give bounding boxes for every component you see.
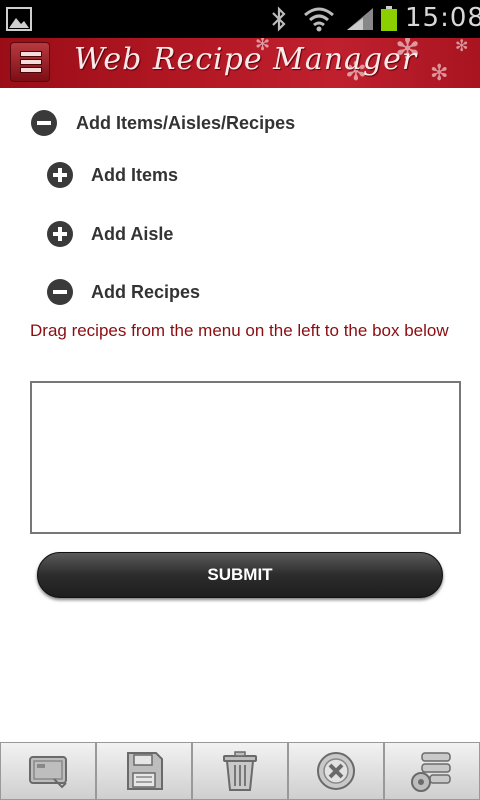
- bluetooth-icon: [272, 6, 286, 32]
- status-bar: 15:08: [0, 0, 480, 38]
- battery-icon: [381, 6, 397, 31]
- minus-circle-icon: [47, 279, 73, 305]
- flower-decoration: ✻: [455, 38, 469, 55]
- subsection-add-aisle[interactable]: Add Aisle: [47, 221, 173, 247]
- recipe-drop-box[interactable]: [30, 381, 461, 534]
- section-add-items-aisles-recipes[interactable]: Add Items/Aisles/Recipes: [31, 110, 295, 136]
- save-button[interactable]: [96, 742, 192, 800]
- submit-button[interactable]: SUBMIT: [37, 552, 443, 598]
- section-label: Add Items/Aisles/Recipes: [76, 112, 296, 133]
- save-icon: [127, 752, 163, 790]
- subsection-add-recipes[interactable]: Add Recipes: [47, 279, 200, 305]
- wifi-icon: [304, 7, 334, 32]
- subsection-label: Add Aisle: [91, 223, 174, 244]
- hamburger-menu-icon[interactable]: [10, 42, 50, 82]
- settings-list-button[interactable]: [384, 742, 480, 800]
- cancel-button[interactable]: [288, 742, 384, 800]
- clock: 15:08: [405, 3, 480, 33]
- plus-circle-icon: [47, 162, 73, 188]
- subsection-add-items[interactable]: Add Items: [47, 162, 178, 188]
- signal-icon: [347, 8, 373, 30]
- delete-button[interactable]: [192, 742, 288, 800]
- flower-decoration: ✻: [430, 60, 449, 85]
- trash-icon: [223, 751, 257, 791]
- drag-hint-text: Drag recipes from the menu on the left t…: [30, 321, 449, 340]
- ticket-button[interactable]: [0, 742, 96, 800]
- subsection-label: Add Items: [91, 164, 179, 185]
- minus-circle-icon: [31, 110, 57, 136]
- settings-list-icon: [411, 752, 451, 792]
- gallery-icon: [6, 7, 32, 31]
- cancel-icon: [317, 752, 355, 790]
- bottom-toolbar: [0, 742, 480, 800]
- app-title: Web Recipe Manager: [74, 42, 418, 77]
- plus-circle-icon: [47, 221, 73, 247]
- subsection-label: Add Recipes: [91, 281, 201, 302]
- app-header: ✻ ✻ ✻ ✻ ✻ Web Recipe Manager: [0, 38, 480, 88]
- ticket-icon: [29, 756, 67, 789]
